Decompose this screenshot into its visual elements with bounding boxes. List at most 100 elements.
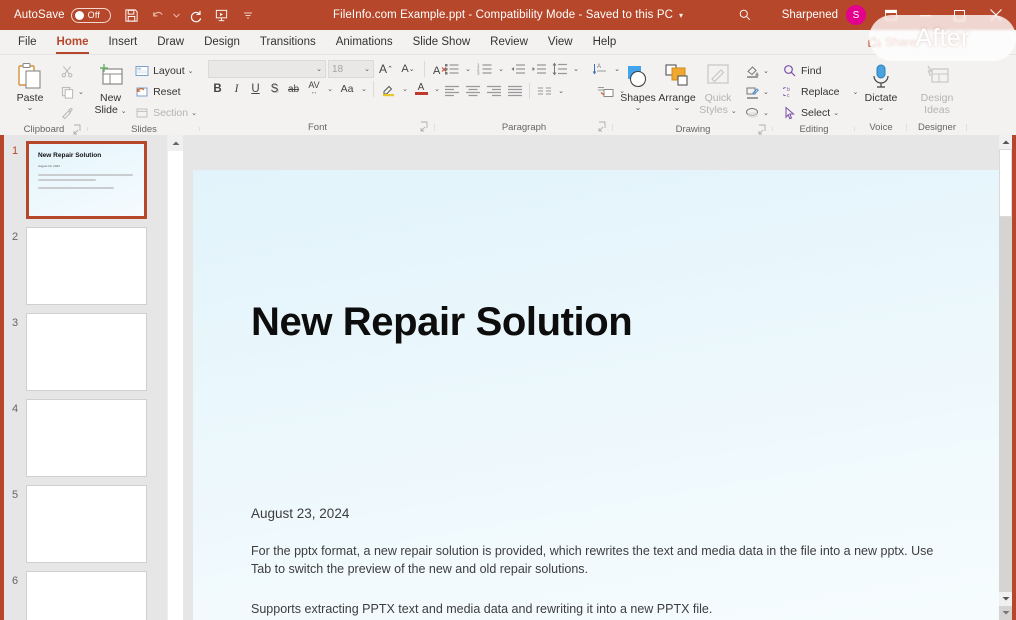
shape-fill-button[interactable]: ⌄ [741,61,772,81]
document-title[interactable]: FileInfo.com Example.ppt - Compatibility… [333,9,673,21]
thumbnail-item-2[interactable]: 2 [4,227,167,305]
clipboard-dialog-launcher[interactable] [73,124,84,135]
text-highlight-dropdown-icon[interactable]: ⌄ [400,79,410,99]
tab-file[interactable]: File [8,31,47,54]
character-spacing-button[interactable]: AV ↔ [303,79,325,99]
undo-dropdown-icon[interactable] [171,2,183,28]
thumbnail-preview-6[interactable] [26,571,147,620]
thumbnail-preview-4[interactable] [26,399,147,477]
copy-button[interactable]: ⌄ [56,82,87,102]
italic-button[interactable]: I [227,79,246,99]
slide-thumbnail-pane[interactable]: 1 New Repair Solution August 23, 2024 2 … [4,135,167,620]
dictate-button[interactable]: Dictate ⌄ [857,58,905,112]
slide-paragraph-2[interactable]: Supports extracting PPTX text and media … [251,600,941,618]
scrollbar-thumb[interactable] [999,149,1012,217]
cut-button[interactable] [56,61,87,81]
thumbnail-item-4[interactable]: 4 [4,399,167,477]
numbering-button[interactable]: 123 [474,59,495,79]
thumbnail-item-1[interactable]: 1 New Repair Solution August 23, 2024 [4,141,167,219]
font-size-input[interactable]: 18 ⌄ [328,60,374,78]
tab-insert[interactable]: Insert [98,31,147,54]
arrange-button[interactable]: Arrange ⌄ [657,58,697,112]
customize-qat-icon[interactable] [235,2,261,28]
tab-help[interactable]: Help [583,31,627,54]
scroll-down-button[interactable] [999,592,1012,606]
align-left-button[interactable] [441,81,462,101]
select-dropdown-icon[interactable]: ⌄ [833,109,839,117]
layout-button[interactable]: Layout ⌄ [131,61,200,81]
columns-dropdown-icon[interactable]: ⌄ [555,81,567,101]
redo-icon[interactable] [183,2,209,28]
thumbnail-preview-3[interactable] [26,313,147,391]
shapes-button[interactable]: Shapes ⌄ [619,58,657,112]
slide-date[interactable]: August 23, 2024 [251,506,349,521]
dictate-dropdown-icon[interactable]: ⌄ [878,104,885,112]
drawing-dialog-launcher[interactable] [758,124,769,135]
thumbnail-item-5[interactable]: 5 [4,485,167,563]
thumbnail-preview-1[interactable]: New Repair Solution August 23, 2024 [26,141,147,219]
paste-button[interactable]: Paste ⌄ [6,58,54,112]
shape-outline-dropdown-icon[interactable]: ⌄ [763,88,769,96]
underline-button[interactable]: U [246,79,265,99]
shape-effects-button[interactable]: ⌄ [741,103,772,123]
thumbnail-preview-5[interactable] [26,485,147,563]
quick-styles-button[interactable]: Quick Styles ⌄ [697,58,739,118]
quick-styles-dropdown-icon[interactable]: ⌄ [731,108,737,115]
line-spacing-dropdown-icon[interactable]: ⌄ [570,59,582,79]
bullets-dropdown-icon[interactable]: ⌄ [462,59,474,79]
slide-vertical-scrollbar[interactable] [999,135,1012,620]
new-slide-button[interactable]: New Slide ⌄ [92,58,129,118]
save-icon[interactable] [119,2,145,28]
shape-outline-button[interactable]: ⌄ [741,82,772,102]
font-dialog-launcher[interactable] [420,121,431,132]
arrange-dropdown-icon[interactable]: ⌄ [674,104,681,112]
decrease-indent-button[interactable] [507,59,528,79]
tab-view[interactable]: View [538,31,583,54]
paste-dropdown-icon[interactable]: ⌄ [27,104,34,112]
start-slideshow-icon[interactable] [209,2,235,28]
autosave-toggle[interactable]: Off [70,7,111,23]
new-slide-dropdown-icon[interactable]: ⌄ [121,108,127,115]
tab-animations[interactable]: Animations [326,31,403,54]
user-name-label[interactable]: Sharpened [782,9,838,21]
increase-font-size-button[interactable]: A ⌃ [376,60,396,79]
scroll-up-button[interactable] [999,135,1012,149]
title-dropdown-icon[interactable]: ▾ [679,11,683,20]
thumbnail-item-6[interactable]: 6 [4,571,167,620]
strikethrough-button[interactable]: ab [284,79,303,99]
tab-review[interactable]: Review [480,31,538,54]
align-center-button[interactable] [462,81,483,101]
copy-dropdown-icon[interactable]: ⌄ [78,88,84,96]
tab-design[interactable]: Design [194,31,250,54]
font-name-input[interactable]: ⌄ [208,60,326,78]
justify-button[interactable] [504,81,525,101]
find-button[interactable]: Find [779,61,861,81]
section-button[interactable]: Section ⌄ [131,103,200,123]
font-name-dropdown-icon[interactable]: ⌄ [316,65,322,73]
bold-button[interactable]: B [208,79,227,99]
design-ideas-button[interactable]: Design Ideas [913,58,961,116]
change-case-button[interactable]: Aa [335,79,359,99]
slide-title[interactable]: New Repair Solution [251,300,633,345]
bullets-button[interactable] [441,59,462,79]
slide-canvas[interactable]: New Repair Solution August 23, 2024 For … [193,170,999,620]
reset-button[interactable]: Reset [131,82,200,102]
thumbnail-preview-2[interactable] [26,227,147,305]
thumbnail-item-3[interactable]: 3 [4,313,167,391]
text-shadow-button[interactable]: S [265,79,284,99]
text-direction-button[interactable]: A [590,59,611,79]
replace-button[interactable]: bc Replace ⌄ [779,82,861,102]
thumbnail-scroll-up-button[interactable] [168,135,184,151]
increase-indent-button[interactable] [528,59,549,79]
line-spacing-button[interactable] [549,59,570,79]
font-size-dropdown-icon[interactable]: ⌄ [364,65,370,73]
tab-draw[interactable]: Draw [147,31,194,54]
select-button[interactable]: Select ⌄ [779,103,861,123]
layout-dropdown-icon[interactable]: ⌄ [188,67,194,75]
tab-transitions[interactable]: Transitions [250,31,326,54]
next-slide-button[interactable] [999,606,1012,620]
columns-button[interactable] [534,81,555,101]
slide-paragraph-1[interactable]: For the pptx format, a new repair soluti… [251,542,941,578]
thumbnail-pane-scrollbar[interactable] [167,135,184,620]
tab-home[interactable]: Home [47,31,99,54]
